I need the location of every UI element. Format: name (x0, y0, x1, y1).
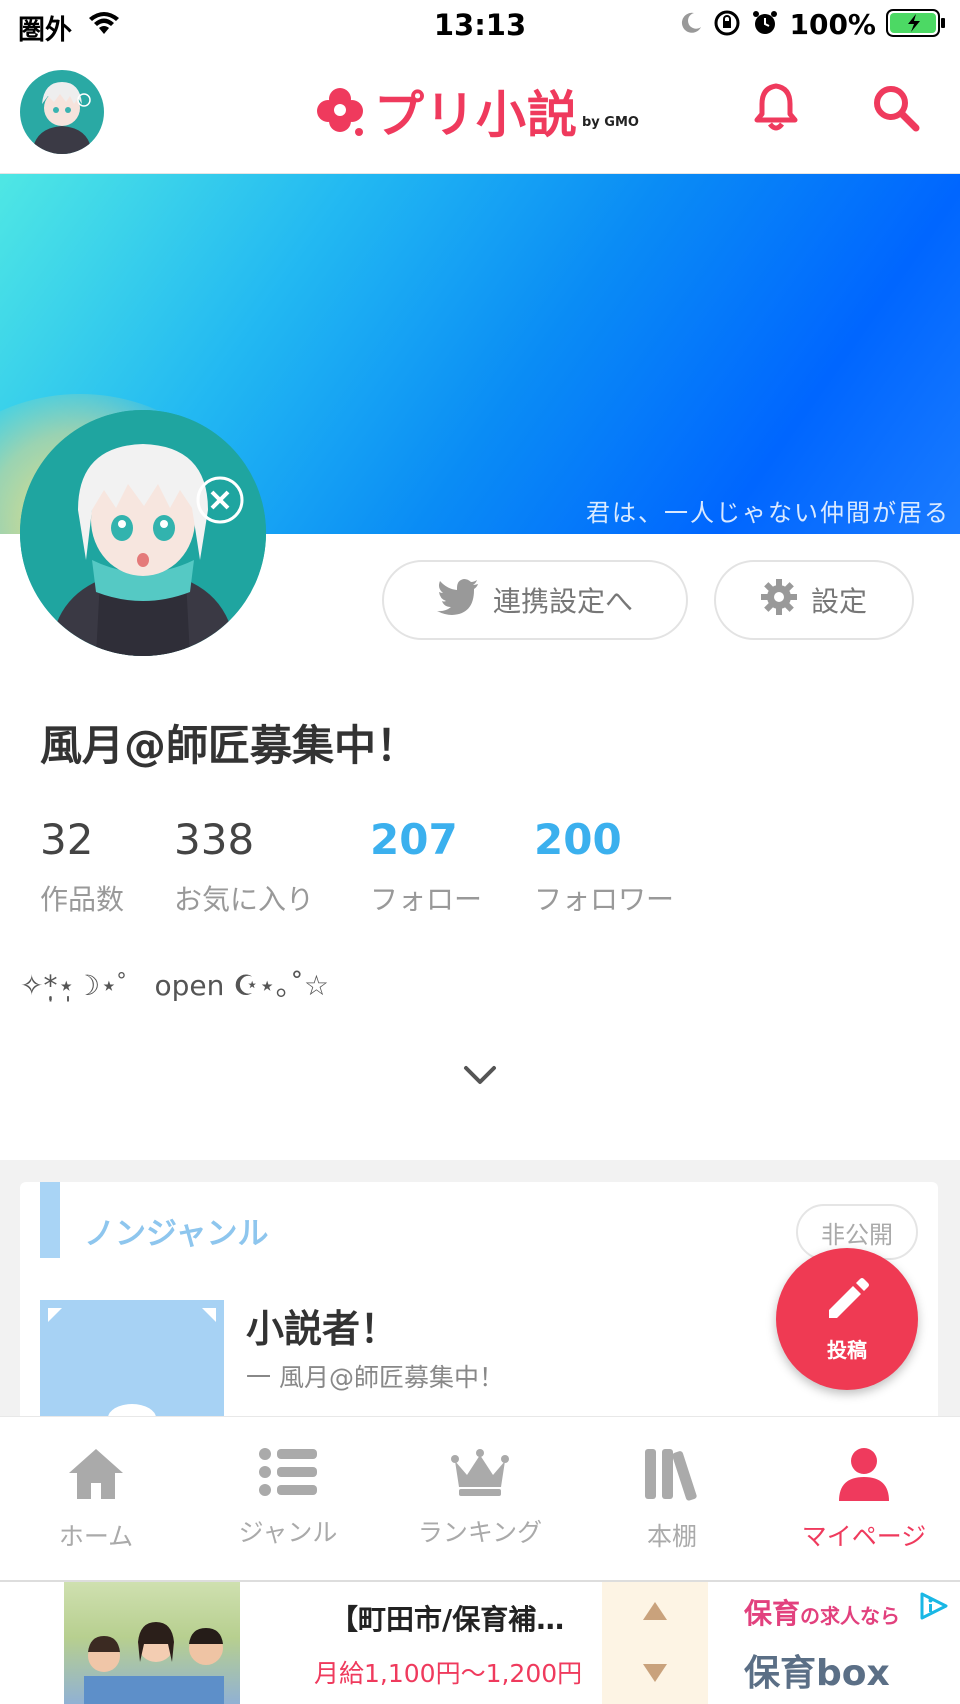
arrow-down-icon[interactable] (641, 1662, 669, 1688)
nav-home[interactable]: ホーム (0, 1417, 192, 1580)
stat-favorites-count: 338 (174, 815, 255, 864)
post-button-label: 投稿 (827, 1337, 867, 1362)
ad-brand-word: 保育 (744, 1597, 801, 1630)
stat-followers[interactable]: 200 フォロワー (534, 812, 674, 918)
ad-subtitle: 月給1,100円〜1,200円 (314, 1659, 583, 1688)
battery-percent: 100% (789, 8, 876, 41)
nav-bookshelf[interactable]: 本棚 (576, 1417, 768, 1580)
work-author: 一 風月@師匠募集中！ (246, 1363, 504, 1392)
ad-brand-tagline: の求人なら (800, 1604, 901, 1628)
twitter-icon (436, 578, 479, 622)
nav-genre-label: ジャンル (238, 1518, 338, 1547)
stat-following[interactable]: 207 フォロー (370, 812, 482, 918)
stat-following-label: フォロー (370, 883, 483, 916)
nav-bookshelf-label: 本棚 (646, 1522, 697, 1551)
work-genre: ノンジャンル (84, 1216, 269, 1252)
bottom-nav: ホーム ジャンル ランキング 本棚 マイページ (0, 1416, 960, 1580)
moon-icon (679, 11, 703, 39)
ad-banner[interactable]: 【町田市/保育補… 月給1,100円〜1,200円 保育の求人なら 保育box (0, 1580, 960, 1704)
stat-works-count: 32 (40, 815, 94, 864)
nav-genre[interactable]: ジャンル (192, 1417, 384, 1580)
crown-icon (451, 1447, 509, 1501)
stat-favorites-label: お気に入り (174, 883, 315, 916)
settings-button[interactable]: 設定 (714, 560, 914, 640)
gear-icon (760, 578, 797, 622)
ad-brand-logo: 保育box (744, 1653, 890, 1694)
post-button[interactable]: 投稿 (776, 1248, 918, 1390)
stat-followers-count: 200 (534, 815, 622, 864)
logo-sub: by GMO (582, 114, 639, 130)
nav-mypage[interactable]: マイページ (768, 1417, 960, 1580)
settings-label: 設定 (810, 585, 867, 618)
alarm-icon (751, 9, 779, 41)
profile-name: 風月@師匠募集中！ (40, 721, 419, 770)
app-header: プリ小説 by GMO (0, 52, 960, 174)
pencil-icon (823, 1276, 871, 1328)
app-logo[interactable]: プリ小説 by GMO (312, 76, 639, 146)
person-icon (835, 1447, 893, 1505)
list-icon (259, 1447, 317, 1501)
ad-brand-line1: 保育の求人なら (744, 1592, 900, 1632)
bookshelf-icon (643, 1447, 701, 1505)
stat-works-label: 作品数 (40, 883, 125, 916)
header-avatar[interactable] (20, 70, 104, 154)
status-bar: 圏外 13:13 100% (0, 0, 960, 52)
ad-title[interactable]: 【町田市/保育補… (330, 1598, 564, 1638)
stat-favorites[interactable]: 338 お気に入り (174, 812, 314, 918)
home-icon (67, 1447, 125, 1505)
nav-home-label: ホーム (58, 1522, 134, 1551)
cover-caption: 君は、一人じゃない仲間が居る (586, 499, 950, 527)
nav-ranking-label: ランキング (417, 1518, 543, 1547)
work-title[interactable]: 小説者！ (246, 1298, 398, 1353)
nav-mypage-label: マイページ (801, 1522, 927, 1551)
stat-following-count: 207 (370, 815, 458, 864)
profile-bio: ✧*̣̩⋆̩☽⋆゜ open ☪⋆｡˚☆ (20, 969, 330, 1002)
search-icon[interactable] (872, 84, 920, 136)
stat-works[interactable]: 32 作品数 (40, 812, 124, 918)
ad-scroll-control[interactable] (602, 1582, 708, 1704)
ad-choices-icon[interactable] (918, 1590, 950, 1626)
bell-icon[interactable] (752, 82, 800, 136)
nav-ranking[interactable]: ランキング (384, 1417, 576, 1580)
flower-logo-icon (317, 88, 363, 136)
stat-followers-label: フォロワー (534, 883, 675, 916)
ad-photo[interactable] (64, 1582, 240, 1704)
link-settings-button[interactable]: 連携設定へ (382, 560, 688, 640)
battery-icon (886, 8, 946, 41)
chevron-down-icon[interactable] (462, 1064, 498, 1092)
arrow-up-icon[interactable] (641, 1600, 669, 1626)
rotation-lock-icon (713, 9, 741, 41)
logo-text: プリ小説 (374, 86, 578, 144)
profile-avatar[interactable] (20, 410, 266, 656)
link-settings-label: 連携設定へ (492, 585, 633, 618)
